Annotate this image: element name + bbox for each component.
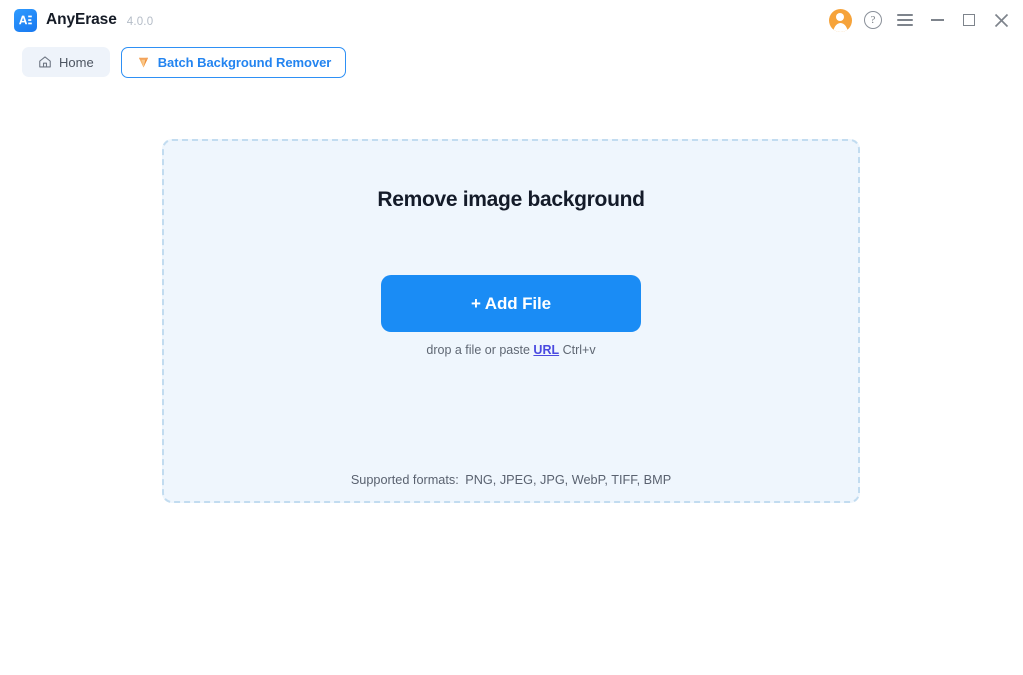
maximize-icon <box>963 14 975 26</box>
maximize-button[interactable] <box>953 4 985 36</box>
tab-home[interactable]: Home <box>22 47 110 77</box>
add-file-button[interactable]: + Add File <box>381 275 641 332</box>
supported-formats-value: PNG, JPEG, JPG, WebP, TIFF, BMP <box>465 473 672 487</box>
close-icon <box>994 13 1008 27</box>
main-stage: Remove image background + Add File drop … <box>0 84 1023 675</box>
minimize-icon <box>930 19 944 21</box>
help-icon: ? <box>864 11 882 29</box>
close-button[interactable] <box>985 4 1017 36</box>
tab-batch-label: Batch Background Remover <box>157 54 332 70</box>
window-controls: ? <box>823 0 1017 40</box>
dropzone-title: Remove image background <box>377 188 645 211</box>
dropzone-hint-prefix: drop a file or paste <box>426 343 530 357</box>
app-title: AnyErase <box>46 11 117 28</box>
app-version: 4.0.0 <box>126 15 154 28</box>
app-brand: AnyErase 4.0.0 <box>14 8 154 32</box>
tab-home-label: Home <box>59 54 94 70</box>
hamburger-menu-icon <box>897 14 913 26</box>
paste-url-link[interactable]: URL <box>533 343 559 357</box>
supported-formats-label: Supported formats: <box>350 473 459 487</box>
tab-batch-background-remover[interactable]: Batch Background Remover <box>120 46 347 78</box>
home-icon <box>38 55 52 69</box>
gem-icon <box>136 55 151 70</box>
file-dropzone[interactable]: Remove image background + Add File drop … <box>162 139 860 503</box>
tab-bar: Home Batch Background Remover <box>0 40 1023 84</box>
help-button[interactable]: ? <box>857 4 889 36</box>
title-bar: AnyErase 4.0.0 ? <box>0 0 1023 40</box>
dropzone-hint-suffix: Ctrl+v <box>562 343 596 357</box>
dropzone-hint: drop a file or paste URL Ctrl+v <box>426 343 595 357</box>
avatar-icon <box>828 8 852 32</box>
supported-formats: Supported formats: PNG, JPEG, JPG, WebP,… <box>164 473 858 487</box>
menu-button[interactable] <box>889 4 921 36</box>
anyerase-logo-icon <box>14 8 37 32</box>
minimize-button[interactable] <box>921 4 953 36</box>
account-avatar-button[interactable] <box>823 4 857 36</box>
